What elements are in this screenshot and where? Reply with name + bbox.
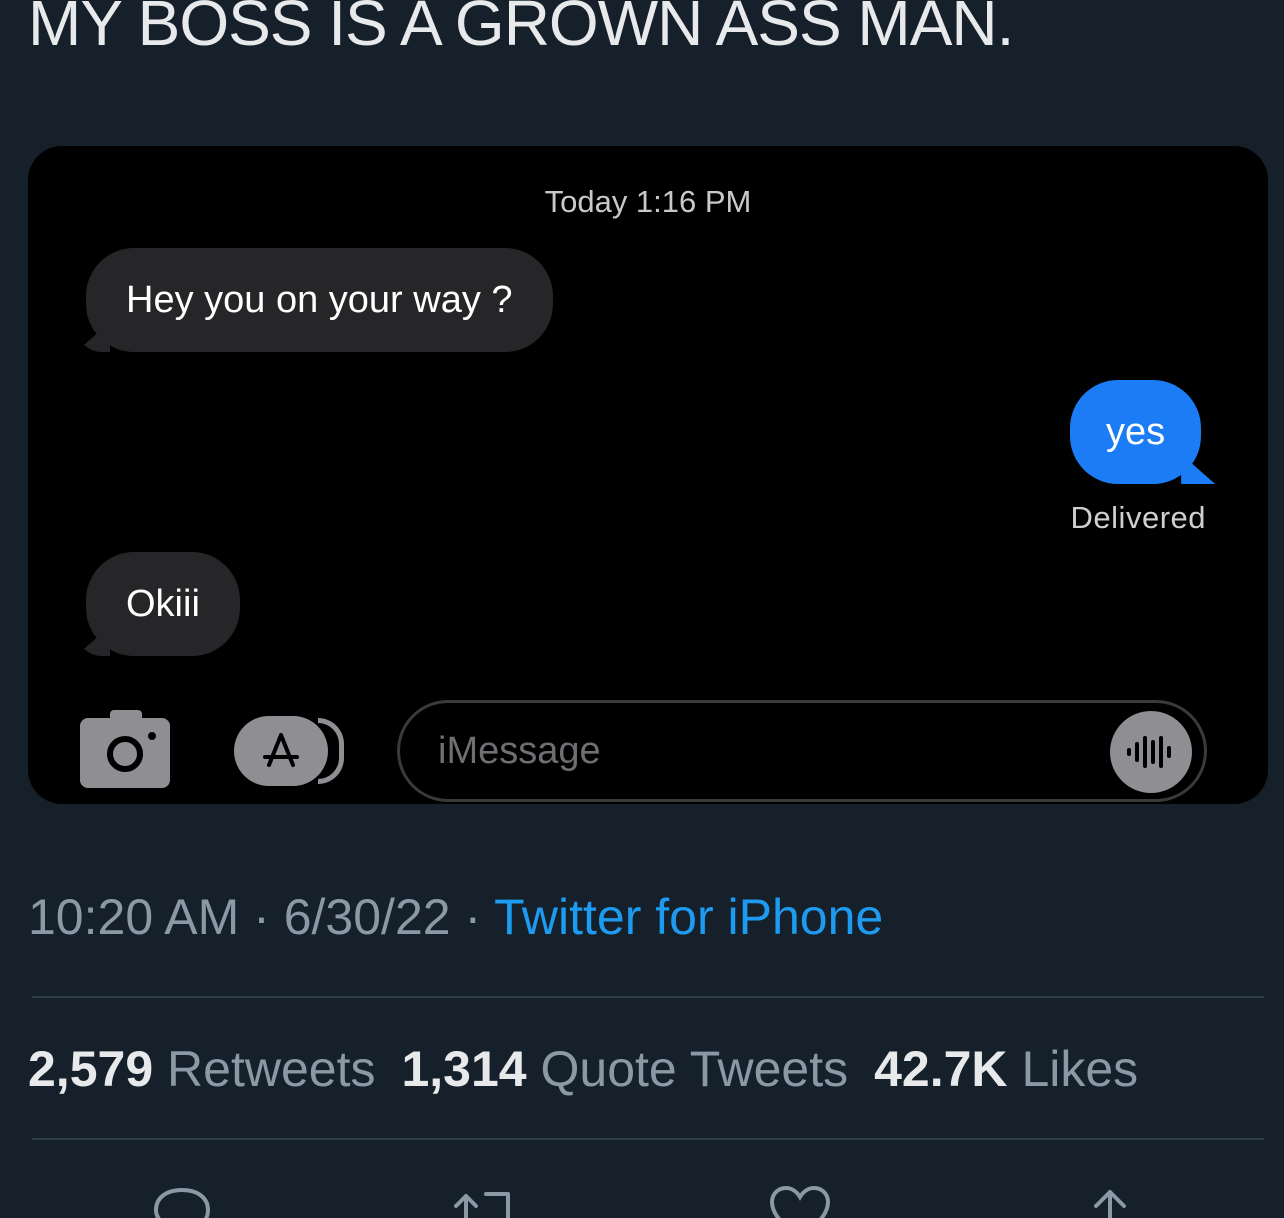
messages-screenshot: Today 1:16 PM Hey you on your way ? yes … — [28, 146, 1268, 804]
likes-label: Likes — [1021, 1041, 1139, 1097]
tweet-time: 10:20 AM — [28, 889, 240, 945]
tweet-detail: MY BOSS IS A GROWN ASS MAN. Today 1:16 P… — [0, 0, 1284, 1218]
quote-tweets-count: 1,314 — [401, 1041, 527, 1097]
app-store-icon[interactable] — [234, 716, 328, 786]
divider — [32, 1138, 1264, 1140]
camera-flash — [148, 732, 156, 740]
delivery-status: Delivered — [1070, 500, 1206, 535]
likes-stat[interactable]: 42.7K Likes — [874, 1041, 1138, 1097]
tweet-text: MY BOSS IS A GROWN ASS MAN. — [28, 0, 1014, 59]
camera-lens — [107, 736, 143, 772]
message-timestamp: Today 1:16 PM — [544, 184, 752, 219]
app-store-glyph — [263, 733, 299, 767]
quote-tweets-stat[interactable]: 1,314 Quote Tweets — [401, 1041, 848, 1097]
retweets-count: 2,579 — [28, 1041, 154, 1097]
meta-separator: · — [464, 889, 482, 945]
tweet-stats: 2,579 Retweets 1,314 Quote Tweets 42.7K Li… — [28, 1040, 1138, 1098]
tweet-source-link[interactable]: Twitter for iPhone — [494, 889, 883, 945]
camera-bump — [110, 710, 142, 722]
tweet-date: 6/30/22 — [283, 889, 451, 945]
like-icon[interactable] — [768, 1184, 832, 1218]
app-drawer-edge — [318, 718, 344, 784]
waveform-glyph — [1127, 736, 1171, 768]
share-icon[interactable] — [1080, 1184, 1144, 1218]
incoming-message-bubble: Hey you on your way ? — [86, 248, 553, 352]
reply-icon[interactable] — [150, 1184, 214, 1218]
retweet-icon[interactable] — [452, 1184, 516, 1218]
outgoing-message-bubble: yes — [1070, 380, 1202, 484]
meta-separator: · — [253, 889, 270, 945]
imessage-input[interactable] — [397, 700, 1207, 802]
likes-count: 42.7K — [874, 1041, 1008, 1097]
incoming-message-bubble: Okiii — [86, 552, 240, 656]
divider — [32, 996, 1264, 998]
retweets-stat[interactable]: 2,579 Retweets — [28, 1041, 375, 1097]
tweet-meta: 10:20 AM · 6/30/22 · Twitter for iPhone — [28, 888, 883, 946]
audio-waveform-icon[interactable] — [1110, 711, 1192, 793]
retweets-label: Retweets — [167, 1041, 376, 1097]
quote-tweets-label: Quote Tweets — [540, 1041, 849, 1097]
camera-icon[interactable] — [80, 710, 170, 788]
